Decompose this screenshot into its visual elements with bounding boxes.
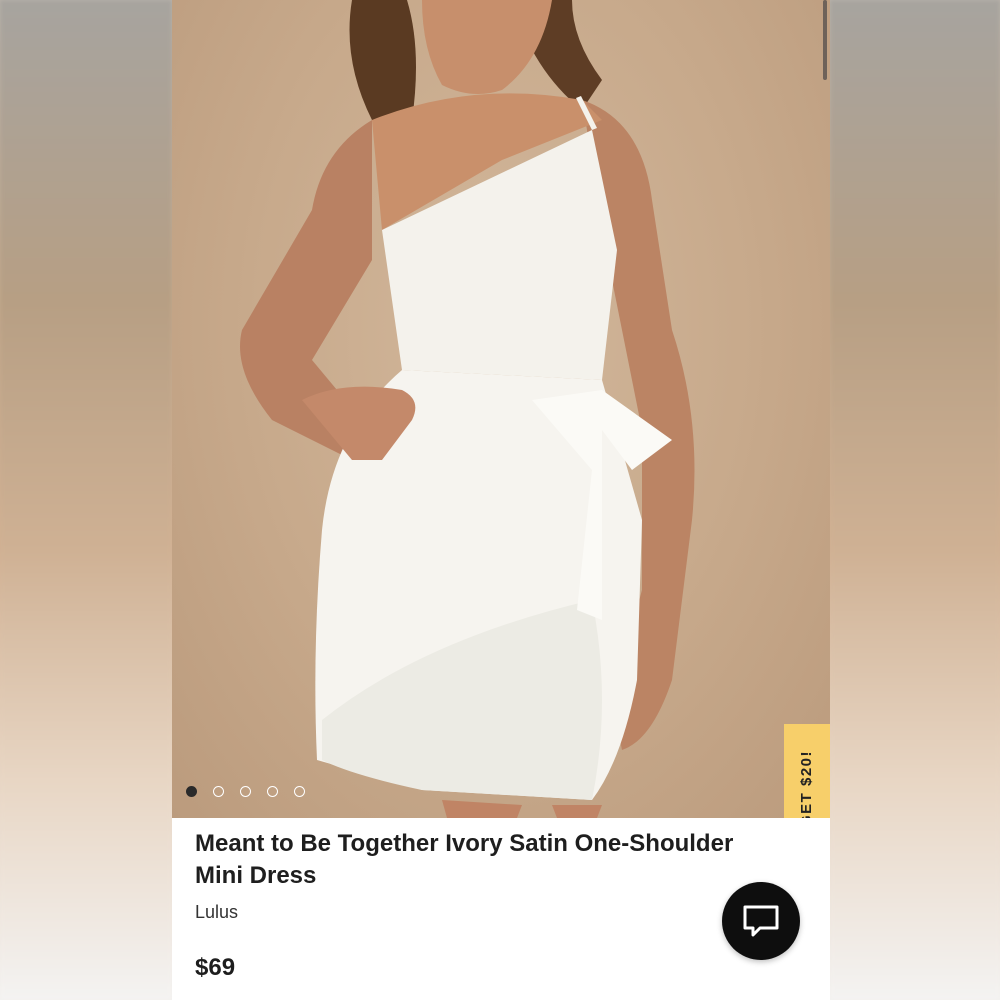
- background-blur-left: [0, 0, 172, 1000]
- product-brand[interactable]: Lulus: [195, 902, 238, 923]
- scrollbar-thumb[interactable]: [823, 0, 827, 80]
- gallery-dot-3[interactable]: [240, 786, 251, 797]
- chat-bubble-icon: [743, 905, 779, 937]
- promo-label: GET $20!: [798, 749, 816, 818]
- background-blur-right: [830, 0, 1000, 1000]
- gallery-dot-2[interactable]: [213, 786, 224, 797]
- product-title: Meant to Be Together Ivory Satin One-Sho…: [195, 830, 734, 889]
- promo-tab[interactable]: GET $20!: [784, 724, 830, 818]
- gallery-dot-5[interactable]: [294, 786, 305, 797]
- chat-button[interactable]: [722, 882, 800, 960]
- gallery-dot-1[interactable]: [186, 786, 197, 797]
- product-price: $69: [195, 954, 236, 981]
- product-image[interactable]: GET $20!: [172, 0, 830, 818]
- product-page: GET $20! Meant to Be Together Ivory Sati…: [172, 0, 830, 1000]
- gallery-dot-4[interactable]: [267, 786, 278, 797]
- gallery-pagination: [186, 786, 305, 797]
- dress-photo-illustration: [240, 0, 695, 818]
